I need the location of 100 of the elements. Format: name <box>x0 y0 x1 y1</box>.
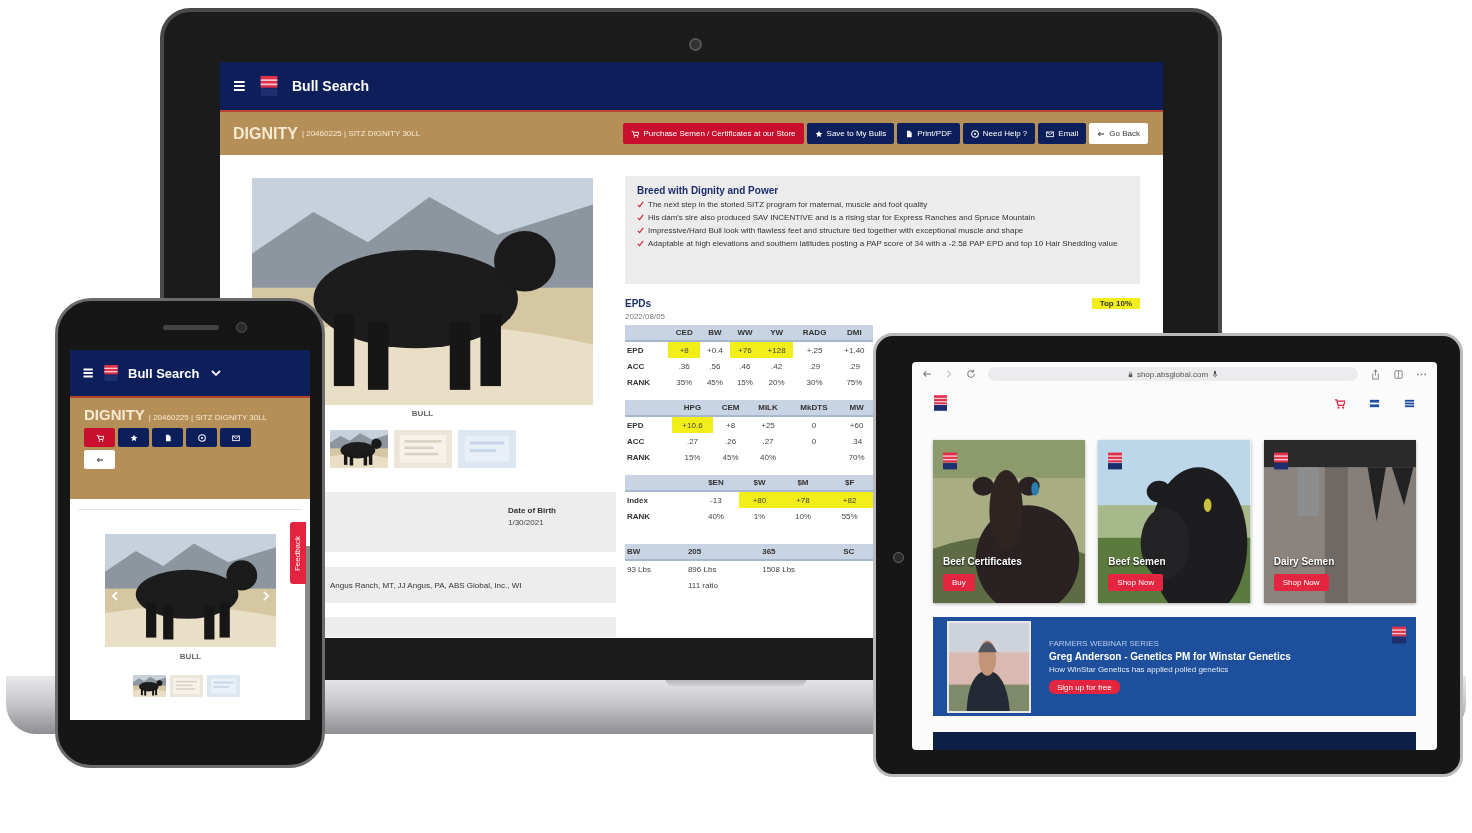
table-cell: .29 <box>793 358 836 374</box>
column-header: WW <box>729 325 760 341</box>
table-cell-text: 111 ratio <box>686 579 719 592</box>
card-button[interactable]: Shop Now <box>1108 574 1164 591</box>
address-bar[interactable]: shop.absglobal.com <box>988 367 1358 381</box>
photo-caption: BULL <box>179 652 202 661</box>
url-text: shop.absglobal.com <box>1136 369 1209 379</box>
table-cell-text: .29 <box>847 360 861 373</box>
banner-eyebrow: FARMERS WEBINAR SERIES <box>1049 639 1160 648</box>
table-cell-text: 70% <box>847 451 866 464</box>
table-cell-text: 15% <box>683 451 702 464</box>
table-cell: .46 <box>729 358 760 374</box>
table-cell: 10% <box>779 508 827 524</box>
table-cell: .27 <box>672 433 713 449</box>
signup-button[interactable]: Sign up for free <box>1049 680 1120 694</box>
row-label: Index <box>625 491 693 508</box>
table-cell: +8 <box>712 416 749 433</box>
flag-icon <box>1392 625 1406 645</box>
star-icon <box>129 433 138 442</box>
column-header: $F <box>826 475 873 491</box>
print-button[interactable] <box>152 428 183 447</box>
row-label: RANK <box>626 510 652 523</box>
row-label: RANK <box>626 451 652 464</box>
table-cell: 1508 Lbs <box>760 560 842 577</box>
menu-icon <box>1404 397 1415 409</box>
help-button[interactable] <box>186 428 217 447</box>
highlight-text: The next step in the storied SITZ program for maternal, muscle and foot quality <box>648 200 928 210</box>
chevron-right-icon <box>944 369 954 379</box>
feedback-tab[interactable]: Feedback <box>290 522 306 584</box>
banner-title: Greg Anderson - Genetics PM for Winstar Genetics <box>1049 651 1291 662</box>
registration-text: | 20460225 | SITZ DIGNITY 30LL <box>301 129 421 138</box>
table-cell: .36 <box>668 358 700 374</box>
flag-icon <box>1108 452 1123 470</box>
table-cell-text: 75% <box>845 376 864 389</box>
table-cell-text: 30% <box>805 376 824 389</box>
card-button[interactable]: Shop Now <box>1273 574 1329 591</box>
row-label: EPD <box>625 416 673 433</box>
header-cell <box>625 400 673 416</box>
table-cell: +25 <box>748 416 788 433</box>
save-button[interactable] <box>118 428 149 447</box>
detail-label: Date of Birth <box>508 506 557 515</box>
back-button[interactable]: Go Back <box>1089 123 1148 144</box>
section-title: EPDs <box>625 298 652 309</box>
speaker-slot <box>163 325 219 330</box>
print-button[interactable]: Print/PDF <box>897 123 960 144</box>
table-cell: +60 <box>840 416 873 433</box>
camera-dot <box>236 322 247 333</box>
column-header: MW <box>840 400 873 416</box>
table-cell-text: 45% <box>721 451 740 464</box>
store-button[interactable] <box>84 428 115 447</box>
column-header: MkDTS <box>787 400 841 416</box>
column-header: $EN <box>692 475 740 491</box>
table-cell-text: 35% <box>675 376 694 389</box>
table-cell-text: 0 <box>810 435 818 448</box>
microphone-icon <box>1211 370 1220 378</box>
detail-value: 1/30/2021 <box>508 518 545 527</box>
envelope-icon <box>231 433 240 442</box>
column-header: HPG <box>672 400 713 416</box>
table-cell: -13 <box>692 491 740 508</box>
document-icon <box>905 129 914 138</box>
breeders-text: Angus Ranch, MT, JJ Angus, PA, ABS Global, Inc., WI <box>330 580 522 590</box>
column-header: BW <box>625 544 686 560</box>
column-header: SC <box>841 544 873 560</box>
card-title: Beef Certificates <box>943 556 1022 567</box>
highlights-title: Breed with Dignity and Power <box>637 185 780 196</box>
column-header: 205 <box>685 544 761 560</box>
flag-icon <box>1273 452 1288 470</box>
reload-icon <box>966 369 976 379</box>
row-label: ACC <box>625 433 673 449</box>
highlight-text: Impressive/Hard Bull look with flawless feet and structure tied together with exceptional muscle and shape <box>648 226 1024 236</box>
column-header: MILK <box>748 400 788 416</box>
table-cell: .42 <box>759 358 794 374</box>
column-header: CEM <box>712 400 749 416</box>
store-button[interactable]: Purchase Semen / Certificates at our Store <box>623 123 804 144</box>
envelope-icon <box>1046 129 1055 138</box>
chevron-left-icon <box>109 590 121 602</box>
help-button[interactable]: Need Help ? <box>962 123 1036 144</box>
row-label: ACC <box>625 358 669 374</box>
help-icon <box>197 433 206 442</box>
card-title: Dairy Semen <box>1273 556 1335 567</box>
table-cell: .56 <box>699 358 730 374</box>
table-cell: .26 <box>712 433 749 449</box>
star-icon <box>814 129 823 138</box>
column-header: $W <box>739 475 780 491</box>
table-cell-text: .34 <box>850 435 864 448</box>
header-cell <box>625 325 669 341</box>
table-cell: +.25 <box>793 341 836 358</box>
card-button[interactable]: Buy <box>943 574 975 591</box>
save-button[interactable]: Save to My Bulls <box>806 123 895 144</box>
table-cell: 93 Lbs <box>625 560 686 577</box>
email-button[interactable] <box>220 428 251 447</box>
document-icon <box>163 433 172 442</box>
email-button[interactable]: Email <box>1038 123 1087 144</box>
back-arrow-icon <box>922 369 932 379</box>
table-cell: 896 Lbs <box>685 560 761 577</box>
row-label: EPD <box>625 341 669 358</box>
tabs-icon <box>1393 368 1404 380</box>
column-header: BW <box>699 325 730 341</box>
table-cell-text: 20% <box>767 376 786 389</box>
table-cell: 0 <box>787 416 841 433</box>
